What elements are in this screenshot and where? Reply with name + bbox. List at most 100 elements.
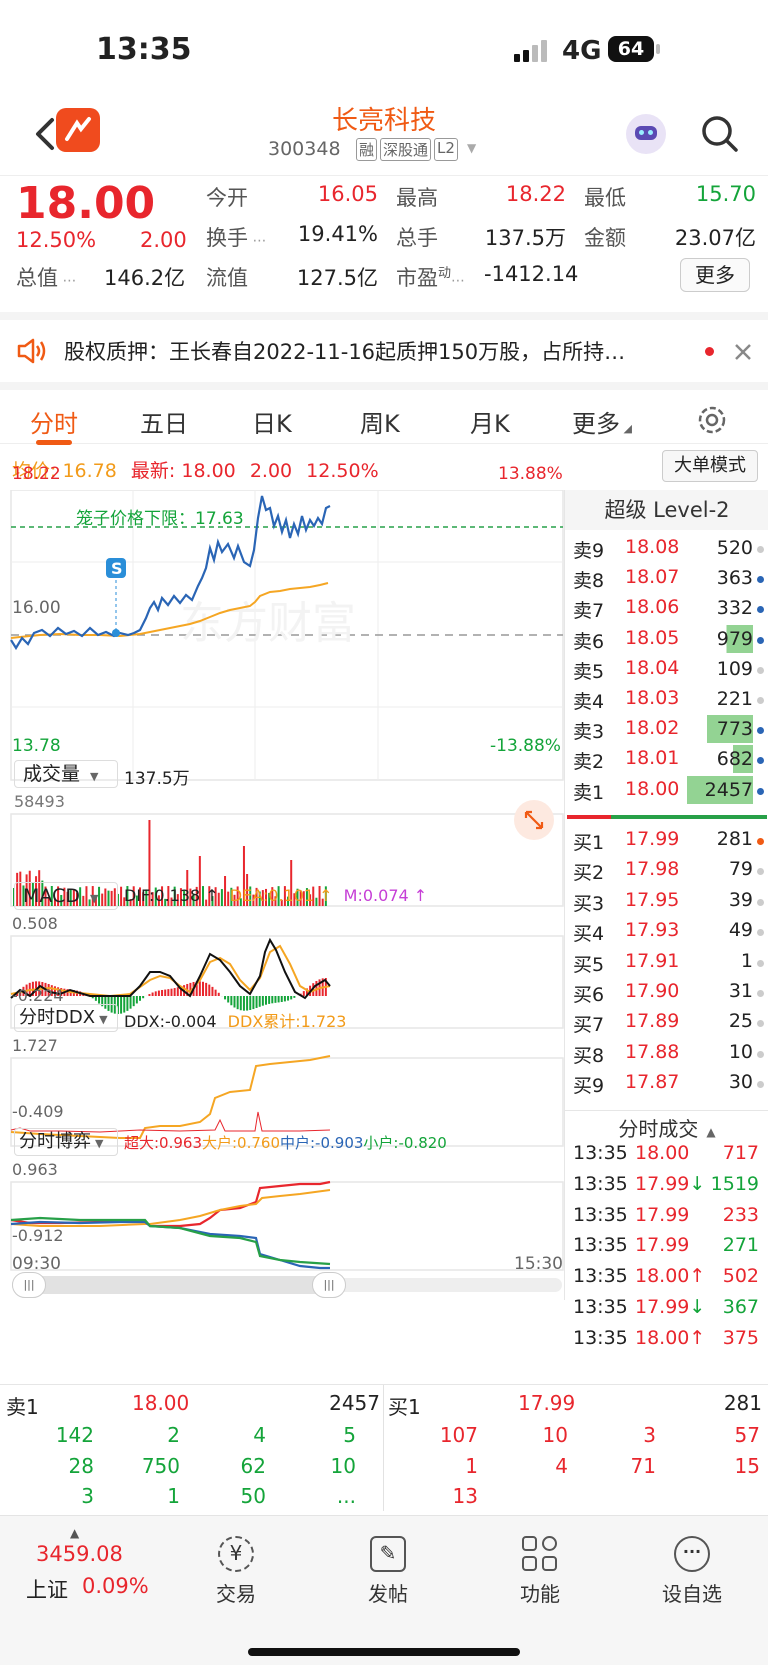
index-pct[interactable]: 0.09% — [82, 1574, 149, 1598]
macd-indicator-select[interactable]: MACD ▼ — [14, 882, 118, 910]
ask-row[interactable]: 卖5 18.04 109 — [565, 654, 765, 687]
ask-row[interactable]: 卖9 18.08 520 — [565, 534, 765, 566]
tick-volume: 717 — [722, 1142, 759, 1164]
close-icon[interactable] — [733, 342, 753, 362]
ask-row[interactable]: 卖2 18.01 682 — [565, 745, 765, 777]
ask-row[interactable]: 卖3 18.02 773 — [565, 715, 765, 747]
bid-row[interactable]: 买9 17.87 30 — [565, 1069, 765, 1101]
ticks-title-text: 分时成交 — [618, 1117, 699, 1141]
volume-indicator-select[interactable]: 成交量 ▼ — [14, 760, 118, 788]
bid-volume: 30 — [728, 1071, 753, 1094]
bid-row[interactable]: 买8 17.88 10 — [565, 1039, 765, 1071]
last-price: 18.00 — [16, 178, 156, 229]
post-button[interactable]: ✎ 发帖 — [338, 1536, 438, 1607]
macd-bar — [154, 991, 157, 996]
bid-row[interactable]: 买4 17.93 49 — [565, 917, 765, 949]
index-value[interactable]: 3459.08 — [36, 1542, 123, 1566]
functions-label: 功能 — [520, 1582, 560, 1606]
tab-weekly-k[interactable]: 周K — [360, 404, 400, 439]
pct-small: 12.50% — [306, 460, 379, 482]
queue-ask-cell: 3 — [81, 1484, 94, 1509]
big-order-mode-button[interactable]: 大单模式 — [662, 450, 758, 482]
tick-volume: 375 — [722, 1326, 759, 1349]
change-value: 2.00 — [140, 228, 187, 252]
macd-bar — [227, 996, 230, 1003]
ask-dot — [757, 636, 764, 644]
battery-icon: 64 — [608, 36, 654, 62]
expand-icon[interactable] — [514, 800, 554, 840]
settings-gear-icon[interactable] — [696, 404, 728, 436]
index-name[interactable]: 上证 — [26, 1574, 68, 1604]
amount-label: 金额 — [584, 226, 626, 250]
tick-row: 13:35 17.99↓ 367 — [565, 1296, 765, 1329]
bid-level: 买3 — [573, 892, 605, 915]
trade-button[interactable]: ¥ 交易 — [186, 1536, 286, 1607]
price-limit-label: 笼子价格下限：17.63 — [76, 509, 244, 529]
ask-row[interactable]: 卖7 18.06 332 — [565, 594, 765, 626]
macd-bar — [132, 996, 135, 1007]
intraday-chart[interactable]: 东方财富 S — [0, 490, 564, 1376]
large-line — [10, 1189, 331, 1227]
macd-bar — [157, 990, 160, 996]
ask-row[interactable]: 卖8 18.07 363 — [565, 564, 765, 596]
ask-row[interactable]: 卖1 18.00 2457 — [565, 775, 765, 808]
bid-dot — [757, 1081, 764, 1089]
bid-row[interactable]: 买3 17.95 39 — [565, 887, 765, 919]
ask-price: 18.01 — [625, 747, 680, 770]
bid-row[interactable]: 买5 17.91 1 — [565, 948, 765, 980]
ask-level: 卖4 — [573, 691, 605, 713]
macd-bar — [268, 996, 271, 1004]
ddx-sum: DDX累计:1.723 — [227, 1012, 347, 1031]
dropdown-icon[interactable]: ▼ — [467, 138, 476, 161]
tab-daily-k[interactable]: 日K — [252, 404, 292, 439]
tab-intraday[interactable]: 分时 — [30, 404, 78, 439]
tab-more[interactable]: 更多 ◢ — [572, 404, 632, 439]
bid-row[interactable]: 买2 17.98 79 — [565, 856, 765, 888]
game-indicator-select[interactable]: 分时博弈 ▼ — [14, 1128, 118, 1156]
macd-bar — [198, 981, 201, 996]
bid-row[interactable]: 买7 17.89 25 — [565, 1008, 765, 1040]
ticks-title[interactable]: 分时成交 ▲ — [565, 1110, 768, 1141]
level2-title[interactable]: 超级 Level-2 — [565, 490, 768, 530]
bid-volume: 79 — [728, 858, 753, 881]
functions-button[interactable]: 功能 — [490, 1536, 590, 1607]
ask-price: 18.08 — [625, 536, 680, 558]
tick-price: 17.99 — [635, 1204, 689, 1226]
bid-row[interactable]: 买1 17.99 281 — [565, 826, 765, 858]
notice-bar[interactable]: 股权质押：王长春自2022-11-16起质押150万股，占所持… — [0, 328, 768, 374]
game-mid: 中户:-0.903 — [280, 1134, 364, 1152]
tab-monthly-k[interactable]: 月K — [470, 404, 510, 439]
tab-more-label: 更多 — [572, 410, 620, 438]
stock-badges: 融 深股通 L2 ▼ — [356, 138, 476, 161]
price-summary: 均价: 16.78 最新: 18.00 2.00 12.50% — [12, 456, 379, 483]
tick-row: 13:35 17.99 271 — [565, 1234, 765, 1267]
add-watchlist-button[interactable]: ··· 设自选 — [642, 1536, 742, 1607]
queue-ask-cell: 142 — [55, 1423, 94, 1447]
ask-row[interactable]: 卖6 18.05 979 — [565, 624, 765, 657]
ddx-indicator-select[interactable]: 分时DDX ▼ — [14, 1004, 118, 1032]
change-pct: 12.50% — [16, 228, 97, 252]
macd-bar — [129, 996, 132, 1009]
macd-bar — [277, 996, 280, 1003]
ask-row[interactable]: 卖4 18.03 221 — [565, 685, 765, 717]
price-high-pct: 13.88% — [498, 464, 563, 484]
ddx-indicator-label: 分时DDX — [19, 1007, 96, 1028]
macd-bar — [139, 996, 141, 1001]
range-handle-left[interactable]: ||| — [12, 1272, 46, 1298]
range-scroller-selection[interactable] — [12, 1276, 330, 1294]
range-handle-right[interactable]: ||| — [312, 1272, 346, 1298]
macd-bar — [208, 984, 211, 996]
robot-assistant-icon[interactable] — [626, 114, 666, 154]
queue-bid-price: 17.99 — [518, 1391, 576, 1415]
pe-label: 市盈动⋯ — [396, 266, 466, 290]
tab-five-day[interactable]: 五日 — [140, 404, 188, 439]
bid-row[interactable]: 买6 17.90 31 — [565, 978, 765, 1010]
more-button[interactable]: 更多 — [680, 258, 750, 292]
ask-volume: 332 — [687, 594, 753, 623]
bid-volume: 1 — [740, 949, 753, 972]
game-max-label: 0.963 — [12, 1160, 58, 1179]
game-indicator-label: 分时博弈 — [19, 1131, 91, 1152]
bid-dot — [757, 990, 764, 997]
more-dots-icon: ··· — [674, 1536, 710, 1572]
search-icon[interactable] — [700, 114, 740, 154]
